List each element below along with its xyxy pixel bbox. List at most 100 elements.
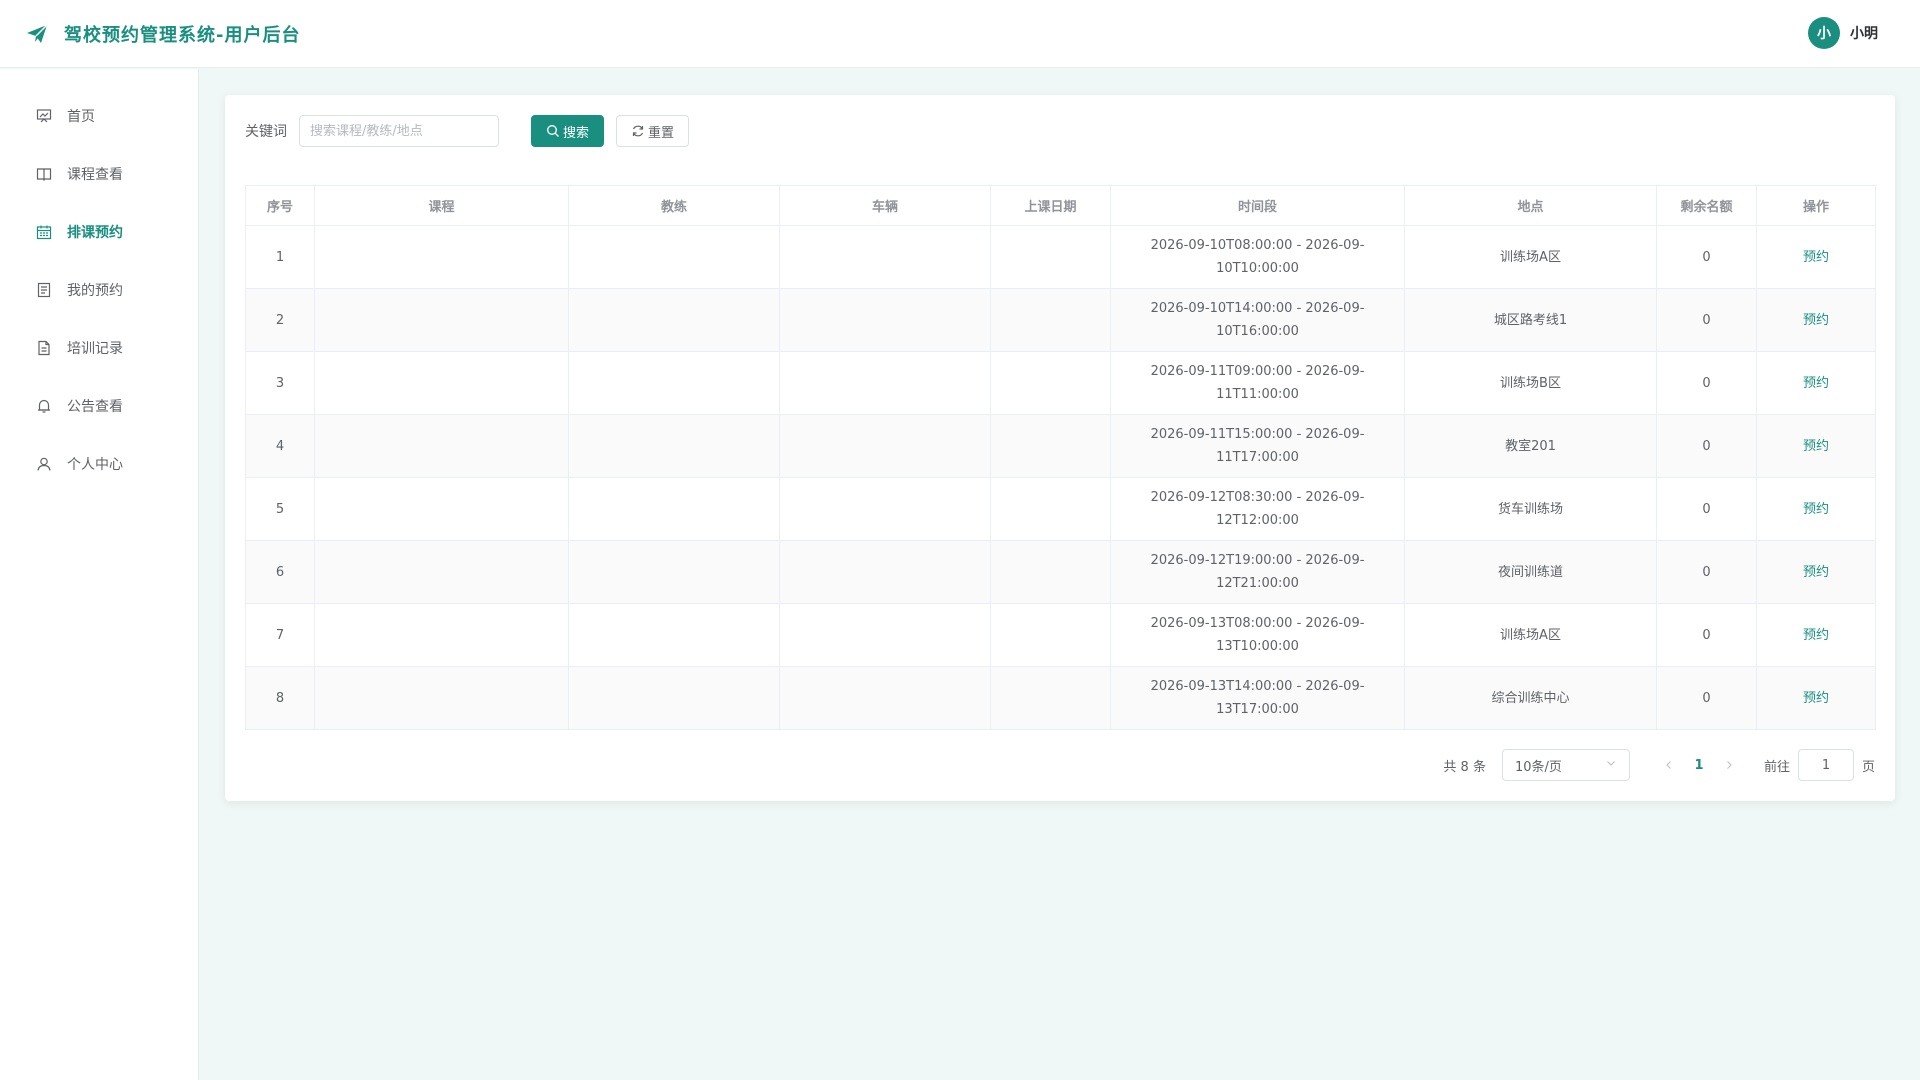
book-link[interactable]: 预约 [1803,313,1829,328]
cell-course [314,351,569,415]
time-end: 10T16:00:00 [1216,324,1299,339]
cell-coach [568,603,780,667]
table-row: 5 2026-09-12T08:30:00 - 2026-09- 12T12:00… [245,477,1876,541]
cell-location: 训练场B区 [1404,351,1657,415]
cell-time: 2026-09-10T14:00:00 - 2026-09- 10T16:00:0… [1110,288,1405,352]
cell-location: 教室201 [1404,414,1657,478]
reset-button[interactable]: 重置 [616,115,690,147]
cell-coach [568,225,780,289]
search-bar: 关键词 搜索 重置 [245,115,690,147]
refresh-icon [631,124,645,138]
avatar[interactable]: 小 [1808,17,1840,49]
sidebar-item-home[interactable]: 首页 [0,87,198,145]
cell-vehicle [779,603,991,667]
cell-remaining: 0 [1656,666,1757,730]
total-count: 共 8 条 [1443,759,1486,775]
cell-no: 6 [245,540,315,604]
search-input[interactable] [299,115,499,147]
sidebar-item-label: 课程查看 [67,167,123,183]
user-menu[interactable]: 小 小明 [1808,17,1878,49]
cell-location: 城区路考线1 [1404,288,1657,352]
sidebar-item-label: 首页 [67,109,95,125]
top-bar: 驾校预约管理系统-用户后台 小 小明 [0,0,1920,68]
app-title: 驾校预约管理系统-用户后台 [64,24,301,46]
cell-time: 2026-09-10T08:00:00 - 2026-09- 10T10:00:0… [1110,225,1405,289]
cell-course [314,225,569,289]
table-row: 1 2026-09-10T08:00:00 - 2026-09- 10T10:00… [245,225,1876,289]
cell-date [990,666,1111,730]
page-suffix: 页 [1861,759,1875,775]
sidebar-item-schedule[interactable]: 排课预约 [0,203,198,261]
username[interactable]: 小明 [1850,23,1878,43]
document-icon [35,281,53,299]
cell-course [314,477,569,541]
book-link[interactable]: 预约 [1803,376,1829,391]
chevron-down-icon [1605,757,1617,773]
book-link[interactable]: 预约 [1803,250,1829,265]
cell-no: 7 [245,603,315,667]
chevron-left-icon [1666,761,1671,769]
time-end: 13T17:00:00 [1216,702,1299,717]
cell-time: 2026-09-11T15:00:00 - 2026-09- 11T17:00:0… [1110,414,1405,478]
paper-plane-icon [24,21,50,47]
cell-location: 夜间训练道 [1404,540,1657,604]
table-header-row: 序号 课程 教练 车辆 上课日期 时间段 地点 剩余名额 操作 [245,185,1876,226]
goto-page-input[interactable] [1797,749,1854,781]
cell-remaining: 0 [1656,540,1757,604]
column-header: 地点 [1404,185,1657,226]
time-start: 2026-09-12T19:00:00 - 2026-09- [1150,553,1365,568]
cell-vehicle [779,477,991,541]
cell-coach [568,666,780,730]
cell-course [314,540,569,604]
search-button[interactable]: 搜索 [531,115,605,147]
search-button-label: 搜索 [563,125,590,141]
next-page-button[interactable] [1718,751,1740,779]
sidebar-item-label: 个人中心 [67,457,123,473]
cell-action: 预约 [1756,351,1876,415]
time-start: 2026-09-11T15:00:00 - 2026-09- [1150,427,1365,442]
reset-button-label: 重置 [648,125,675,141]
cell-action: 预约 [1756,540,1876,604]
book-link[interactable]: 预约 [1803,565,1829,580]
sidebar-item-profile[interactable]: 个人中心 [0,435,198,493]
cell-date [990,540,1111,604]
chevron-right-icon [1727,761,1732,769]
book-link[interactable]: 预约 [1803,628,1829,643]
cell-vehicle [779,666,991,730]
cell-time: 2026-09-12T08:30:00 - 2026-09- 12T12:00:0… [1110,477,1405,541]
sidebar-item-courses[interactable]: 课程查看 [0,145,198,203]
user-icon [35,455,53,473]
prev-page-button[interactable] [1658,751,1680,779]
cell-location: 综合训练中心 [1404,666,1657,730]
table-row: 8 2026-09-13T14:00:00 - 2026-09- 13T17:00… [245,666,1876,730]
time-start: 2026-09-11T09:00:00 - 2026-09- [1150,364,1365,379]
book-link[interactable]: 预约 [1803,691,1829,706]
table-row: 4 2026-09-11T15:00:00 - 2026-09- 11T17:00… [245,414,1876,478]
book-link[interactable]: 预约 [1803,439,1829,454]
time-start: 2026-09-13T08:00:00 - 2026-09- [1150,616,1365,631]
cell-date [990,603,1111,667]
cell-coach [568,288,780,352]
cell-action: 预约 [1756,288,1876,352]
time-end: 12T12:00:00 [1216,513,1299,528]
goto-label: 前往 [1763,759,1790,775]
sidebar-item-announcements[interactable]: 公告查看 [0,377,198,435]
cell-course [314,288,569,352]
sidebar-item-training-records[interactable]: 培训记录 [0,319,198,377]
time-end: 10T10:00:00 [1216,261,1299,276]
column-header: 上课日期 [990,185,1111,226]
cell-action: 预约 [1756,666,1876,730]
page-number[interactable]: 1 [1684,751,1714,779]
calendar-icon [35,223,53,241]
cell-vehicle [779,414,991,478]
sidebar-item-label: 培训记录 [67,341,123,357]
page-size-select[interactable]: 10条/页 [1501,749,1630,781]
column-header: 序号 [245,185,315,226]
column-header: 车辆 [779,185,991,226]
sidebar-item-my-bookings[interactable]: 我的预约 [0,261,198,319]
column-header: 剩余名额 [1656,185,1757,226]
cell-date [990,414,1111,478]
time-end: 12T21:00:00 [1216,576,1299,591]
table-row: 7 2026-09-13T08:00:00 - 2026-09- 13T10:00… [245,603,1876,667]
book-link[interactable]: 预约 [1803,502,1829,517]
